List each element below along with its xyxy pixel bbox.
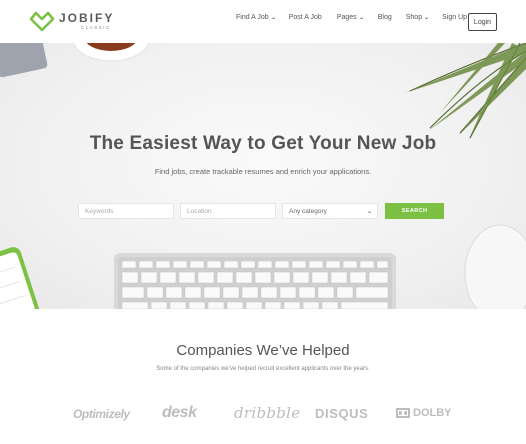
nav-item-post-a-job[interactable]: Post A Job	[289, 14, 322, 21]
category-select[interactable]: Any category ⌄	[282, 203, 378, 219]
category-select-value: Any category	[289, 207, 327, 215]
logo-tagline: CLASSIC	[81, 24, 111, 30]
company-logos: Optimizely desk dribbble DISQUS DOLBY	[0, 404, 526, 426]
keywords-input[interactable]: Keywords	[78, 203, 174, 219]
chevron-down-icon: ⌄	[365, 208, 374, 215]
login-button[interactable]: Login	[468, 13, 497, 31]
main-menu: Find A Job ⌄ Post A Job Pages ⌄ Blog Sho…	[236, 14, 467, 21]
nav-item-label: Find A Job	[236, 14, 269, 21]
hero-title: The Easiest Way to Get Your New Job	[89, 133, 437, 154]
dolby-icon	[396, 408, 410, 418]
nav-item-label: Sign Up	[442, 14, 468, 21]
chevron-down-icon: ⌄	[423, 15, 431, 21]
search-button[interactable]: SEARCH	[385, 203, 444, 219]
nav-item-label: Post A Job	[288, 14, 322, 21]
nav-item-blog[interactable]: Blog	[378, 14, 392, 21]
chevron-down-icon: ⌄	[269, 15, 277, 21]
optimizely-logo: Optimizely	[73, 407, 130, 421]
nav-item-find-a-job[interactable]: Find A Job ⌄	[236, 14, 277, 21]
location-input[interactable]: Location	[180, 203, 276, 219]
dolby-logo: DOLBY	[396, 407, 452, 419]
job-search-form: Keywords Location Any category ⌄ SEARCH	[78, 203, 444, 219]
logo-name: JOBIFY	[59, 10, 115, 25]
chevron-down-icon: ⌄	[357, 15, 365, 21]
nav-item-sign-up[interactable]: Sign Up	[442, 14, 467, 21]
desk-logo: desk	[162, 404, 197, 421]
companies-title: Companies We’ve Helped	[176, 342, 350, 359]
dribbble-logo: dribbble	[234, 404, 301, 422]
nav-item-pages[interactable]: Pages ⌄	[336, 14, 365, 21]
companies-subtitle: Some of the companies we’ve helped recru…	[156, 366, 370, 372]
top-navigation: JOBIFY CLASSIC Find A Job ⌄ Post A Job P…	[0, 0, 526, 43]
nav-item-label: Shop	[405, 14, 423, 21]
dolby-wordmark: DOLBY	[413, 407, 452, 419]
hero-subtitle: Find jobs, create trackable resumes and …	[154, 167, 372, 176]
nav-item-label: Pages	[336, 14, 357, 21]
hero-section: The Easiest Way to Get Your New Job Find…	[0, 43, 526, 309]
nav-item-label: Blog	[377, 14, 392, 21]
jobify-logo-icon	[29, 11, 55, 32]
site-logo[interactable]: JOBIFY CLASSIC	[29, 10, 114, 32]
nav-item-shop[interactable]: Shop ⌄	[405, 14, 431, 21]
disqus-logo: DISQUS	[315, 406, 369, 421]
desk-background-illustration	[0, 43, 526, 309]
